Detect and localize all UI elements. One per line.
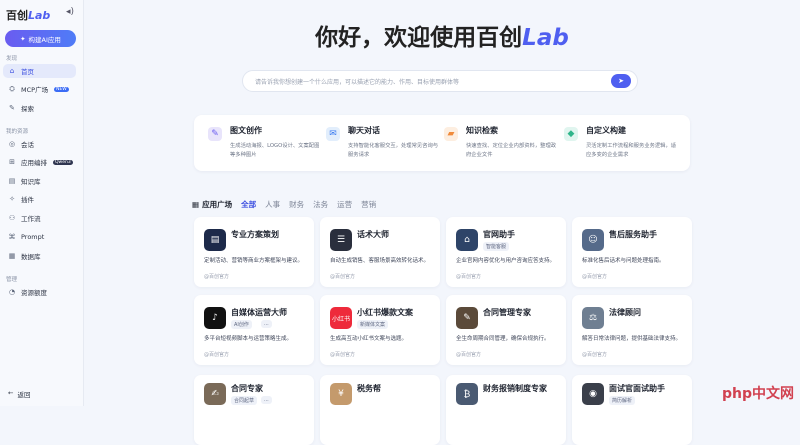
tab-all[interactable]: 全部 bbox=[241, 199, 256, 210]
build-icon: ◆ bbox=[564, 127, 578, 141]
new-badge: NEW bbox=[54, 86, 69, 92]
sidebar-item-workflow[interactable]: ⚇ 工作流 bbox=[3, 211, 76, 225]
explore-icon: ✎ bbox=[9, 104, 15, 112]
tab-finance[interactable]: 财务 bbox=[289, 199, 304, 210]
sidebar: 百创Lab ◂) ✦ 构建AI应用 发现 ⌂ 首页 ⛭ MCP广场 NEW ✎ 探索 我的… bbox=[0, 0, 84, 406]
tiktok-icon: ♪ bbox=[204, 307, 226, 329]
app-icon: ⊞ bbox=[9, 158, 15, 166]
app-card[interactable]: ✎ 合同管理专家 全生命周期合同管理，确保合规执行。 @百创官方 bbox=[446, 295, 566, 365]
support-icon: ☺ bbox=[582, 229, 604, 251]
app-card[interactable]: ▤ 专业方案策划 定制活动、营销等商业方案框架与建议。 @百创官方 bbox=[194, 217, 314, 287]
grid-icon: ▦ bbox=[192, 200, 200, 209]
app-card[interactable]: ♪ 自媒体运营大师 AI创作 ... 多平台短视频脚本与运营策略生成。 @百创官… bbox=[194, 295, 314, 365]
mcp-icon: ⛭ bbox=[9, 84, 15, 93]
sidebar-item-prompt[interactable]: ⌘ Prompt bbox=[3, 230, 76, 244]
page-title: 你好，欢迎使用百创Lab bbox=[315, 25, 569, 51]
website-icon: ⌂ bbox=[456, 229, 478, 251]
app-card[interactable]: ⌂ 官网助手 智能客服 企业官网内容优化与用户咨询应答支持。 @百创官方 bbox=[446, 217, 566, 287]
feature-panel: ✎ 图文创作 生成活动海报、LOGO设计、文案配图等多种图片 ✉ 聊天对话 支持… bbox=[194, 115, 690, 171]
tab-legal[interactable]: 法务 bbox=[313, 199, 328, 210]
sidebar-item-database[interactable]: ▦ 数据库 bbox=[3, 249, 76, 263]
tag-badge: 新媒体文案 bbox=[357, 320, 389, 329]
send-icon: ➤ bbox=[618, 77, 624, 85]
app-card[interactable]: ⚖ 法律顾问 解答日常法律问题，提供基础法律支持。 @百创官方 bbox=[572, 295, 692, 365]
tag-badge: 合同起草 bbox=[231, 396, 258, 405]
group-label-mine: 我的资源 bbox=[6, 129, 29, 135]
app-card[interactable]: ☺ 售后服务助手 标准化售后话术与问题处理指南。 @百创官方 bbox=[572, 217, 692, 287]
contract-expert-icon: ✍ bbox=[204, 383, 226, 405]
arrow-left-icon: ← bbox=[8, 389, 14, 397]
brand-logo[interactable]: 百创Lab bbox=[6, 7, 50, 23]
workflow-icon: ⚇ bbox=[8, 214, 16, 222]
law-icon: ⚖ bbox=[582, 307, 604, 329]
tab-operations[interactable]: 运营 bbox=[337, 199, 352, 210]
tag-badge: ... bbox=[261, 396, 272, 404]
sidebar-item-app[interactable]: ⊞ 应用编排 Qwen3 bbox=[3, 155, 76, 169]
app-card[interactable]: ✍ 合同专家 合同起草 ... bbox=[194, 375, 314, 445]
sparkle-icon: ✦ bbox=[20, 34, 26, 43]
sidebar-item-quota[interactable]: ◔ 资源额度 bbox=[3, 285, 76, 299]
plugin-icon: ✧ bbox=[9, 195, 15, 203]
sidebar-item-plugin[interactable]: ✧ 插件 bbox=[3, 192, 76, 206]
sidebar-item-home[interactable]: ⌂ 首页 bbox=[3, 64, 76, 78]
interview-icon: ◉ bbox=[582, 383, 604, 405]
app-card[interactable]: ₿ 财务报销制度专家 bbox=[446, 375, 566, 445]
app-card[interactable]: ◉ 面试官面试助手 简历解析 bbox=[572, 375, 692, 445]
tab-hr[interactable]: 人事 bbox=[265, 199, 280, 210]
xiaohongshu-icon: 小红书 bbox=[330, 307, 352, 329]
quota-icon: ◔ bbox=[8, 288, 16, 296]
category-tabs: ▦ 应用广场 全部 人事 财务 法务 运营 营销 bbox=[192, 199, 376, 210]
finance-icon: ₿ bbox=[456, 383, 478, 405]
knowledge-icon: ▤ bbox=[8, 177, 16, 185]
sidebar-item-knowledge[interactable]: ▤ 知识库 bbox=[3, 174, 76, 188]
tag-badge: ... bbox=[261, 320, 272, 328]
paint-icon: ✎ bbox=[208, 127, 222, 141]
app-plaza-label: ▦ 应用广场 bbox=[192, 200, 233, 209]
chat-bubble-icon: ✉ bbox=[326, 127, 340, 141]
sidebar-item-explore[interactable]: ✎ 探索 bbox=[3, 101, 76, 115]
app-card[interactable]: 小红书 小红书爆款文案 新媒体文案 生成高互动小红书文案与选题。 @百创官方 bbox=[320, 295, 440, 365]
back-link[interactable]: ← 返回 bbox=[8, 389, 30, 399]
prompt-icon: ⌘ bbox=[8, 233, 16, 241]
tag-badge: 智能客服 bbox=[483, 242, 510, 251]
search-input[interactable]: 请告诉我你想创建一个什么应用，可以描述它的能力、作用、目标使用群体等 ➤ bbox=[242, 70, 638, 92]
plan-icon: ▤ bbox=[204, 229, 226, 251]
database-icon: ▦ bbox=[8, 252, 16, 260]
chat-icon: ◎ bbox=[8, 140, 16, 148]
group-label-manage: 管理 bbox=[6, 277, 18, 283]
app-card[interactable]: ¥ 税务帮 bbox=[320, 375, 440, 445]
collapse-sidebar-icon[interactable]: ◂) bbox=[66, 7, 74, 17]
group-label-discover: 发现 bbox=[6, 56, 18, 62]
watermark: php中文网 bbox=[721, 386, 794, 402]
main-content: 你好，欢迎使用百创Lab 请告诉我你想创建一个什么应用，可以描述它的能力、作用、… bbox=[84, 0, 800, 445]
tag-badge: AI创作 bbox=[231, 320, 252, 329]
sidebar-item-mcp[interactable]: ⛭ MCP广场 NEW bbox=[3, 82, 76, 96]
sidebar-item-chat[interactable]: ◎ 会话 bbox=[3, 137, 76, 151]
contract-icon: ✎ bbox=[456, 307, 478, 329]
tag-badge: 简历解析 bbox=[609, 396, 636, 405]
app-card[interactable]: ☰ 话术大师 自动生成销售、客服场景高效转化话术。 @百创官方 bbox=[320, 217, 440, 287]
send-button[interactable]: ➤ bbox=[611, 74, 631, 88]
home-icon: ⌂ bbox=[9, 67, 15, 75]
build-ai-app-button[interactable]: ✦ 构建AI应用 bbox=[5, 30, 76, 47]
tab-marketing[interactable]: 营销 bbox=[361, 199, 376, 210]
script-icon: ☰ bbox=[330, 229, 352, 251]
folder-icon: ▰ bbox=[444, 127, 458, 141]
qwen-badge: Qwen3 bbox=[53, 159, 73, 165]
tax-icon: ¥ bbox=[330, 383, 352, 405]
